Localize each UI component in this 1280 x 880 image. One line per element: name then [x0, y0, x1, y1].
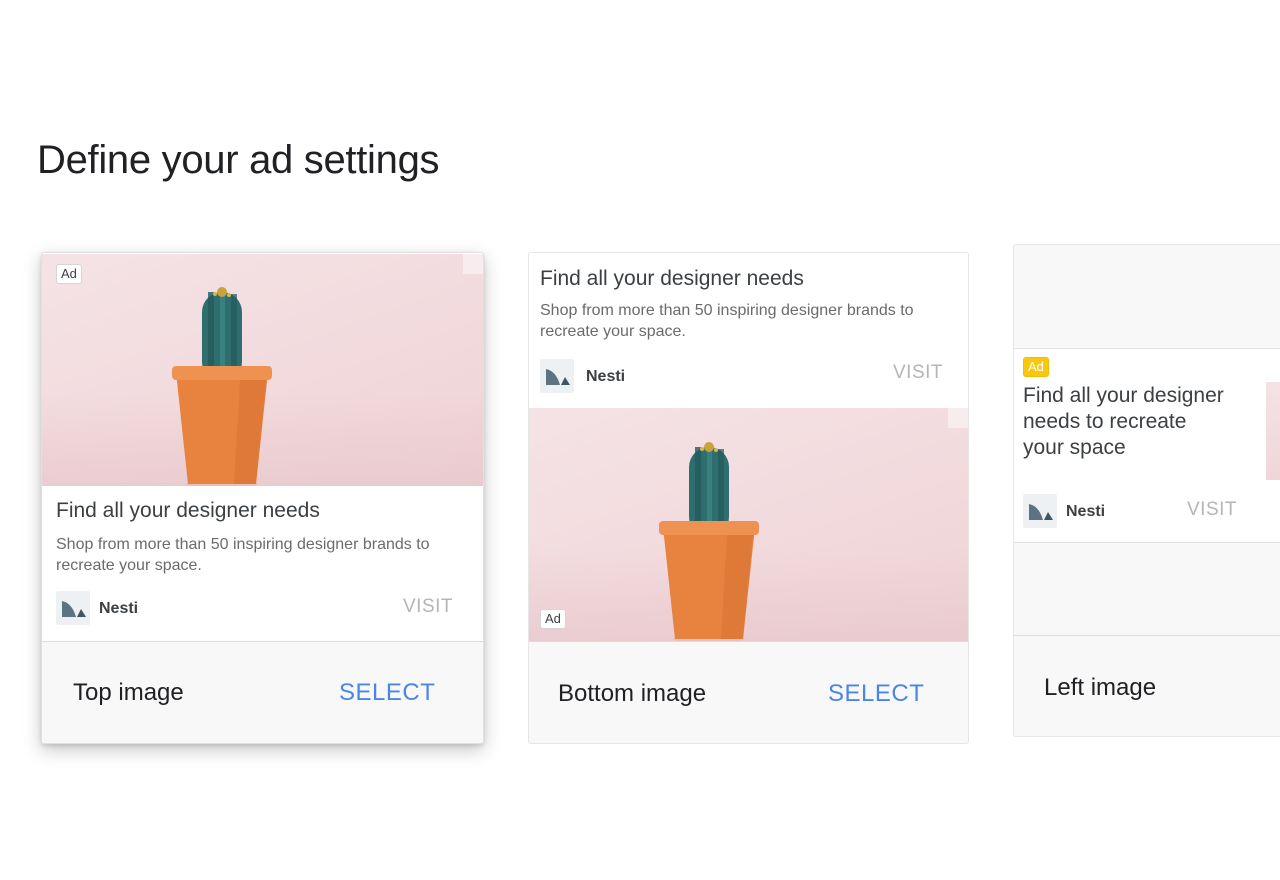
- brand-name: Nesti: [1066, 503, 1106, 520]
- ad-description: Shop from more than 50 inspiring designe…: [540, 302, 914, 340]
- visit-link[interactable]: VISIT: [893, 362, 943, 384]
- option-card-bottom-image[interactable]: Find all your designer needs Shop from m…: [528, 252, 969, 744]
- brand-name: Nesti: [99, 600, 139, 617]
- ad-badge: Ad: [56, 264, 82, 284]
- ad-preview: Ad Find all your designer needs to recre…: [1014, 348, 1280, 543]
- nesti-logo-icon: [1023, 494, 1057, 528]
- ad-badge: Ad: [1023, 357, 1049, 377]
- ad-headline: Find all your designer needs to recreate…: [1023, 384, 1224, 459]
- ad-image: Ad: [42, 254, 483, 486]
- ad-headline: Find all your designer needs: [56, 499, 320, 522]
- ad-badge: Ad: [540, 609, 566, 629]
- option-label: Bottom image: [558, 680, 707, 707]
- ad-description: Shop from more than 50 inspiring designe…: [56, 536, 430, 574]
- cactus-pot-image: [172, 287, 272, 486]
- option-label: Left image: [1044, 674, 1157, 701]
- ad-image: Ad: [529, 408, 968, 641]
- nesti-logo-icon: [56, 591, 90, 625]
- ad-image: [1266, 382, 1280, 480]
- page-title: Define your ad settings: [37, 138, 440, 182]
- select-button[interactable]: SELECT: [828, 680, 924, 708]
- ad-preview: Find all your designer needs Shop from m…: [529, 253, 968, 641]
- select-button[interactable]: SELECT: [339, 679, 435, 707]
- option-card-top-image[interactable]: Ad Find all your designer needs Shop fro…: [41, 252, 484, 744]
- ad-headline: Find all your designer needs: [540, 267, 804, 290]
- brand-name: Nesti: [586, 368, 626, 385]
- cactus-pot-image: [659, 442, 759, 641]
- visit-link[interactable]: VISIT: [1187, 499, 1237, 521]
- option-label: Top image: [73, 679, 184, 706]
- option-card-left-image[interactable]: Ad Find all your designer needs to recre…: [1013, 244, 1280, 737]
- visit-link[interactable]: VISIT: [403, 596, 453, 618]
- ad-preview: Ad Find all your designer needs Shop fro…: [42, 253, 483, 641]
- nesti-logo-icon: [540, 359, 574, 393]
